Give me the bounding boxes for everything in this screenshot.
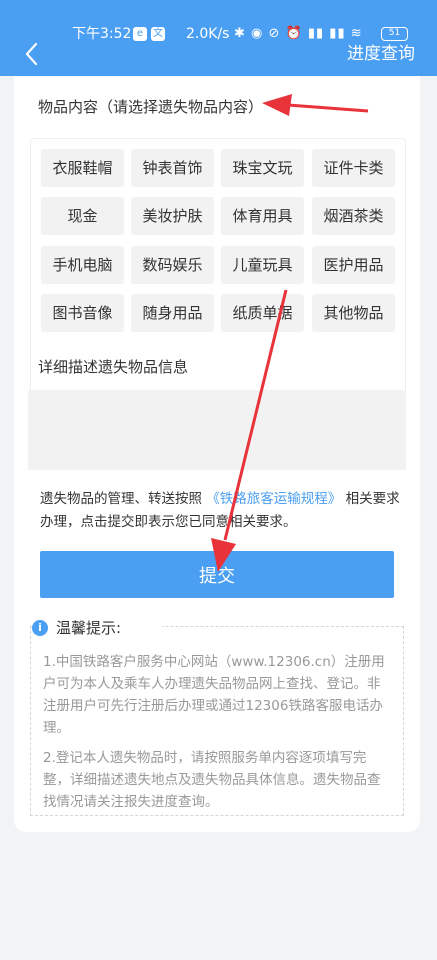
lost-item-form-card: 物品内容（请选择遗失物品内容） 衣服鞋帽 钟表首饰 珠宝文玩 证件卡类现金 美妆护肤 体育… bbox=[14, 76, 420, 832]
tips-header: i 温馨提示: bbox=[32, 616, 162, 640]
detail-description-label: 详细描述遗失物品信息 bbox=[38, 358, 189, 376]
network-speed: 2.0K/s bbox=[186, 26, 230, 42]
tips-box: 1.中国铁路客户服务中心网站（www.12306.cn）注册用户可为本人及乘车人… bbox=[30, 626, 404, 816]
category-chip[interactable]: 图书音像 bbox=[41, 294, 124, 332]
category-chip[interactable]: 现金 bbox=[41, 197, 124, 235]
rules-link[interactable]: 《铁路旅客运输规程》 bbox=[206, 491, 341, 507]
category-chip[interactable]: 证件卡类 bbox=[312, 149, 395, 187]
progress-query-button[interactable]: 进度查询 bbox=[347, 42, 415, 66]
category-chip[interactable]: 其他物品 bbox=[312, 294, 395, 332]
category-chip[interactable]: 烟酒茶类 bbox=[312, 197, 395, 235]
category-chip[interactable]: 纸质单据 bbox=[221, 294, 304, 332]
tip-item-1: 1.中国铁路客户服务中心网站（www.12306.cn）注册用户可为本人及乘车人… bbox=[43, 654, 385, 736]
tip-item-2: 2.登记本人遗失物品时，请按照服务单内容逐项填写完整，详细描述遗失地点及遗失物品… bbox=[43, 750, 381, 810]
battery-icon: 51 bbox=[381, 27, 408, 41]
category-chip[interactable]: 儿童玩具 bbox=[221, 246, 304, 284]
status-icons: ✱ ◉ ⊘ ⏰ ▮▮ ▮▮ ≋ bbox=[234, 26, 363, 41]
submit-button[interactable]: 提交 bbox=[40, 551, 394, 598]
category-chip[interactable]: 体育用具 bbox=[221, 197, 304, 235]
top-bar: 下午3:52 e 文 2.0K/s ✱ ◉ ⊘ ⏰ ▮▮ ▮▮ ≋ 51 进度查… bbox=[0, 0, 437, 76]
category-chip[interactable]: 钟表首饰 bbox=[131, 149, 214, 187]
category-chip[interactable]: 珠宝文玩 bbox=[221, 149, 304, 187]
notice-prefix: 遗失物品的管理、转送按照 bbox=[40, 491, 202, 507]
category-chip[interactable]: 随身用品 bbox=[131, 294, 214, 332]
detail-description-input[interactable] bbox=[28, 390, 406, 470]
category-chip[interactable]: 美妆护肤 bbox=[131, 197, 214, 235]
item-content-label: 物品内容（请选择遗失物品内容） bbox=[38, 98, 264, 116]
translate-icon: 文 bbox=[151, 27, 165, 41]
category-chip[interactable]: 衣服鞋帽 bbox=[41, 149, 124, 187]
back-button[interactable] bbox=[20, 40, 44, 68]
notice-text: 遗失物品的管理、转送按照 《铁路旅客运输规程》 相关要求办理，点击提交即表示您已… bbox=[40, 488, 400, 534]
info-icon: i bbox=[32, 620, 48, 636]
category-chip[interactable]: 手机电脑 bbox=[41, 246, 124, 284]
tips-title: 温馨提示: bbox=[56, 619, 122, 637]
category-chip[interactable]: 数码娱乐 bbox=[131, 246, 214, 284]
status-time: 下午3:52 bbox=[72, 26, 132, 42]
browser-icon: e bbox=[133, 27, 147, 41]
category-chip[interactable]: 医护用品 bbox=[312, 246, 395, 284]
chevron-left-icon bbox=[25, 42, 38, 66]
